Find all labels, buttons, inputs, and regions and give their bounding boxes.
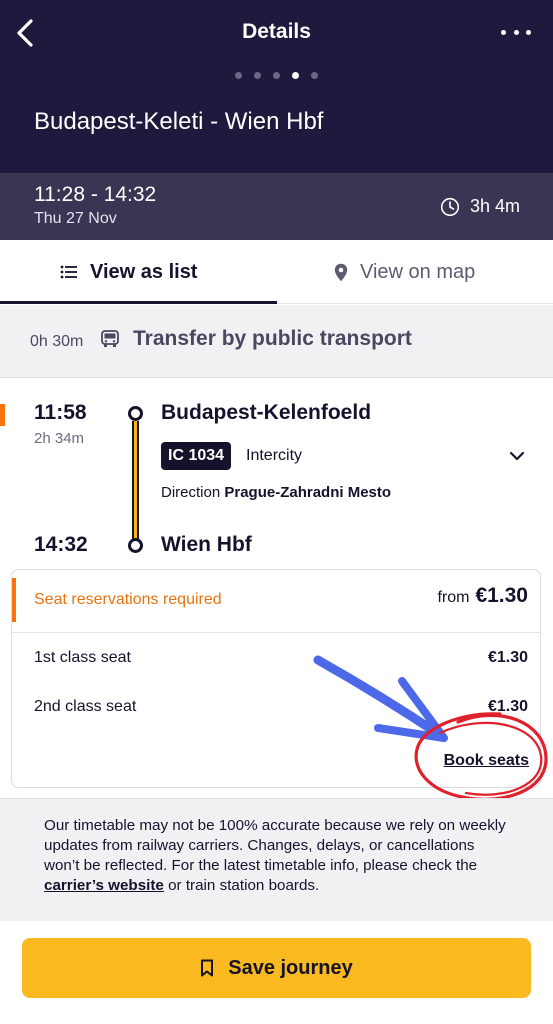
trip-duration-text: 3h 4m — [469, 196, 520, 216]
trip-times: 11:28 - 14:32 — [34, 183, 157, 206]
arrival-stop-icon — [128, 538, 143, 553]
view-tabs: View as list View on map — [0, 240, 553, 304]
divider — [12, 632, 540, 633]
chevron-down-icon — [509, 451, 525, 461]
active-tab-indicator — [0, 301, 277, 304]
warning-accent — [12, 578, 16, 622]
seat-class-label: 1st class seat — [34, 649, 131, 666]
clock-icon — [440, 197, 460, 216]
seat-reservation-card: Seat reservations required from €1.30 1s… — [11, 569, 541, 788]
transfer-duration: 0h 30m — [30, 333, 84, 350]
seat-class-label: 2nd class seat — [34, 698, 137, 715]
page-dot — [254, 72, 261, 79]
departure-station: Budapest-Kelenfoeld — [161, 401, 372, 424]
train-type: Intercity — [246, 447, 303, 464]
from-label: from — [437, 589, 470, 606]
route-line — [132, 421, 139, 541]
page-dot — [235, 72, 242, 79]
seat-class-price: €1.30 — [487, 649, 528, 666]
map-pin-icon — [334, 263, 348, 281]
direction-label: Direction — [161, 484, 221, 501]
page-dot — [273, 72, 280, 79]
page-indicator — [0, 72, 553, 79]
carrier-website-link[interactable]: carrier’s website — [44, 877, 164, 894]
save-journey-label: Save journey — [228, 956, 353, 979]
seat-class-price: €1.30 — [487, 698, 528, 715]
trip-duration: 3h 4m — [440, 196, 520, 217]
more-dot — [501, 29, 506, 35]
train-number-badge: IC 1034 — [161, 442, 232, 470]
page-dot — [292, 72, 299, 79]
save-journey-button[interactable]: Save journey — [22, 938, 531, 998]
from-amount: €1.30 — [475, 584, 528, 607]
departure-stop-icon — [128, 406, 143, 421]
leg-duration: 2h 34m — [34, 430, 85, 447]
departure-time: 11:58 — [34, 401, 87, 424]
tab-view-on-map[interactable]: View on map — [334, 240, 475, 304]
trip-date: Thu 27 Nov — [34, 210, 117, 227]
from-price: from €1.30 — [437, 584, 528, 608]
disclaimer-text-start: Our timetable may not be 100% accurate b… — [44, 817, 506, 874]
current-leg-marker — [0, 404, 5, 426]
more-dot — [513, 29, 519, 35]
direction-value: Prague-Zahradni Mesto — [224, 484, 392, 501]
route-title: Budapest-Keleti - Wien Hbf — [34, 108, 324, 135]
page-dot — [311, 72, 318, 79]
book-seats-link[interactable]: Book seats — [444, 752, 529, 770]
expand-leg-button[interactable] — [506, 446, 528, 466]
bookmark-icon — [201, 959, 214, 977]
more-options-button[interactable] — [501, 22, 531, 42]
list-icon — [60, 265, 77, 279]
arrival-time: 14:32 — [34, 533, 88, 556]
train-direction: Direction Prague-Zahradni Mesto — [161, 484, 391, 501]
transfer-label: Transfer by public transport — [133, 327, 412, 350]
disclaimer-text: Our timetable may not be 100% accurate b… — [44, 816, 514, 896]
tab-label: View as list — [90, 260, 198, 283]
more-dot — [526, 29, 531, 35]
bus-icon — [101, 330, 119, 347]
seat-warning-text: Seat reservations required — [34, 591, 222, 608]
arrival-station: Wien Hbf — [161, 533, 252, 556]
tab-view-as-list[interactable]: View as list — [60, 240, 197, 304]
page-title: Details — [242, 20, 311, 43]
tab-label: View on map — [360, 260, 476, 283]
disclaimer-text-end: or train station boards. — [163, 877, 320, 894]
